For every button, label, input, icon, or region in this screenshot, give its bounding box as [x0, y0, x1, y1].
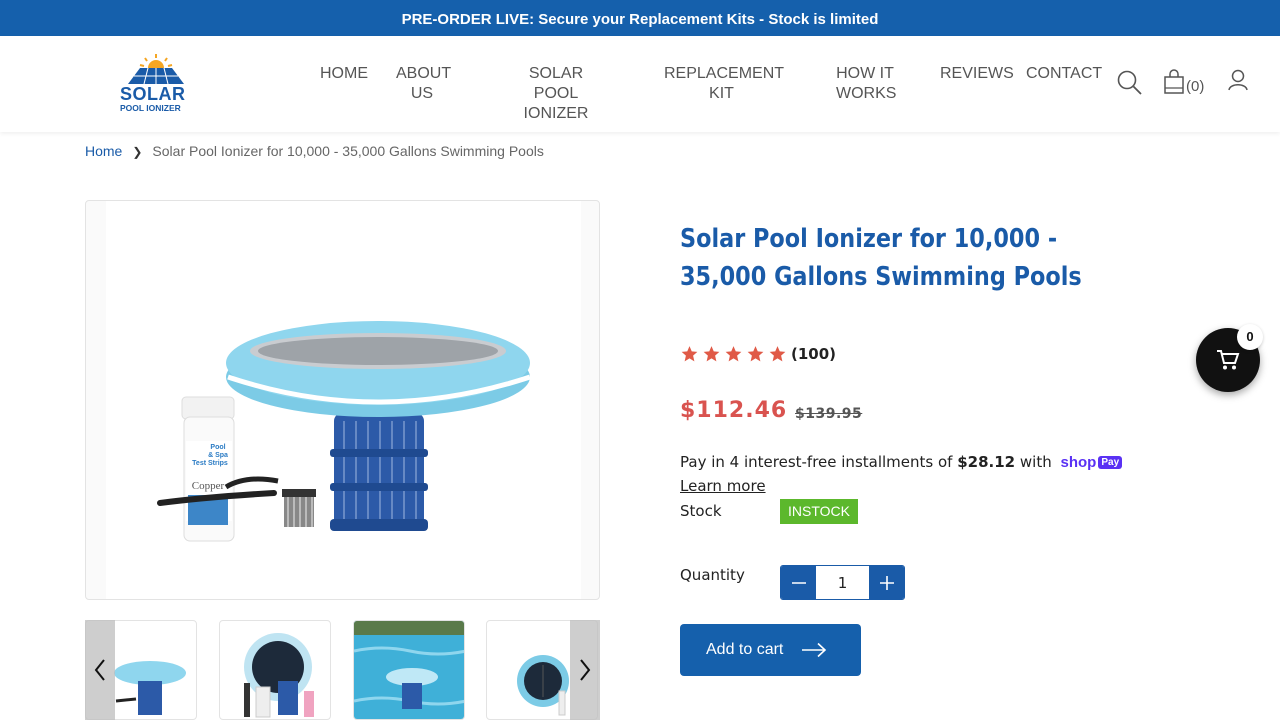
thumbnail-next-button[interactable] — [570, 620, 600, 720]
review-count: (100) — [791, 345, 837, 363]
nav-reviews[interactable]: REVIEWS — [940, 64, 1014, 84]
nav-solar-pool-ionizer[interactable]: SOLAR POOL IONIZER — [505, 64, 607, 124]
floating-cart-count: 0 — [1237, 324, 1263, 350]
product-main-image[interactable]: Pool & Spa Test Strips Copper — [85, 200, 600, 600]
star-icon — [703, 346, 720, 362]
strip-label-1: Pool — [210, 444, 225, 451]
add-to-cart-label: Add to cart — [706, 641, 784, 658]
stock-label: Stock — [680, 502, 722, 520]
announcement-bar: PRE-ORDER LIVE: Secure your Replacement … — [0, 0, 1280, 36]
nav-contact[interactable]: CONTACT — [1026, 64, 1102, 84]
nav-about-label-1: ABOUT — [396, 65, 452, 82]
quantity-label: Quantity — [680, 566, 745, 584]
thumbnail-strip — [85, 620, 600, 720]
site-header: SOLAR POOL IONIZER HOME ABOUT US SOLAR P… — [0, 36, 1280, 132]
chevron-right-icon — [580, 659, 591, 681]
nav-about-label-2: US — [410, 85, 434, 102]
add-to-cart-button[interactable]: Add to cart — [680, 624, 861, 676]
nav-how-label-1: HOW IT — [836, 65, 894, 82]
installment-amount: $28.12 — [957, 453, 1016, 471]
star-icon — [747, 346, 764, 362]
quantity-stepper — [780, 565, 905, 600]
chevron-left-icon — [94, 659, 105, 681]
nav-reviews-label: REVIEWS — [940, 65, 1014, 82]
quantity-decrease-button[interactable] — [781, 566, 816, 599]
nav-contact-label: CONTACT — [1026, 65, 1103, 82]
installments-prefix: Pay in 4 interest-free installments of — [680, 453, 953, 471]
installments-message: Pay in 4 interest-free installments of $… — [680, 453, 1123, 471]
shop-pay-badge: Pay — [1098, 456, 1123, 469]
thumbnail-3[interactable] — [353, 620, 465, 720]
installments-suffix: with — [1019, 453, 1052, 471]
logo-subtitle: POOL IONIZER — [120, 103, 181, 113]
nav-how-it-works[interactable]: HOW IT WORKS — [836, 64, 897, 104]
nav-replacement-kit[interactable]: REPLACEMENT KIT — [664, 64, 784, 104]
compare-price: $139.95 — [795, 406, 863, 422]
nav-how-label-2: WORKS — [836, 85, 897, 102]
plus-icon — [879, 575, 894, 590]
product-rating[interactable]: (100) — [680, 345, 836, 363]
thumbnail-2[interactable] — [219, 620, 331, 720]
site-logo[interactable]: SOLAR POOL IONIZER — [116, 54, 194, 116]
cart-icon — [1217, 350, 1240, 370]
shop-pay-word: shop — [1060, 454, 1097, 471]
shopping-bag-icon[interactable] — [1163, 69, 1185, 100]
product-title: Solar Pool Ionizer for 10,000 - 35,000 G… — [680, 224, 1082, 292]
minus-icon — [791, 581, 806, 584]
quantity-input[interactable] — [816, 566, 869, 599]
nav-home[interactable]: HOME — [320, 64, 368, 84]
learn-more-link[interactable]: Learn more — [680, 477, 766, 495]
strip-brand: Copper — [192, 480, 225, 492]
nav-ionizer-label-1: SOLAR POOL — [528, 65, 584, 102]
nav-kit-label-1: REPLACEMENT — [664, 65, 785, 82]
quantity-increase-button[interactable] — [869, 566, 904, 599]
shop-pay-logo: shop Pay — [1061, 454, 1123, 471]
breadcrumb-current: Solar Pool Ionizer for 10,000 - 35,000 G… — [152, 143, 544, 159]
nav-ionizer-label-2: IONIZER — [523, 105, 589, 122]
star-icon — [681, 346, 698, 362]
nav-home-label: HOME — [320, 65, 368, 82]
ionizer-product-photo: Pool & Spa Test Strips Copper — [157, 321, 531, 542]
sun-panel-icon — [128, 54, 184, 85]
sale-price: $112.46 — [680, 398, 788, 423]
header-cart-count[interactable]: (0) — [1186, 78, 1204, 95]
logo-word: SOLAR — [120, 84, 186, 104]
strip-label-3: Test Strips — [192, 460, 228, 467]
nav-kit-label-2: KIT — [709, 85, 734, 102]
announcement-text: PRE-ORDER LIVE: Secure your Replacement … — [401, 11, 879, 28]
pool-thumbnail-image — [354, 621, 464, 719]
arrow-right-icon — [802, 642, 827, 658]
thumbnail-prev-button[interactable] — [85, 620, 115, 720]
breadcrumb: Home ❯ Solar Pool Ionizer for 10,000 - 35,… — [85, 143, 544, 159]
strip-label-2: & Spa — [208, 452, 228, 459]
star-icon — [725, 346, 742, 362]
chevron-right-icon: ❯ — [132, 145, 143, 159]
stock-status-badge: INSTOCK — [780, 499, 858, 524]
star-icon — [769, 346, 786, 362]
kit-thumbnail-image — [244, 633, 314, 718]
user-icon[interactable] — [1227, 68, 1249, 97]
breadcrumb-home[interactable]: Home — [85, 143, 122, 159]
search-icon[interactable] — [1116, 69, 1144, 102]
nav-about-us[interactable]: ABOUT US — [396, 64, 452, 104]
